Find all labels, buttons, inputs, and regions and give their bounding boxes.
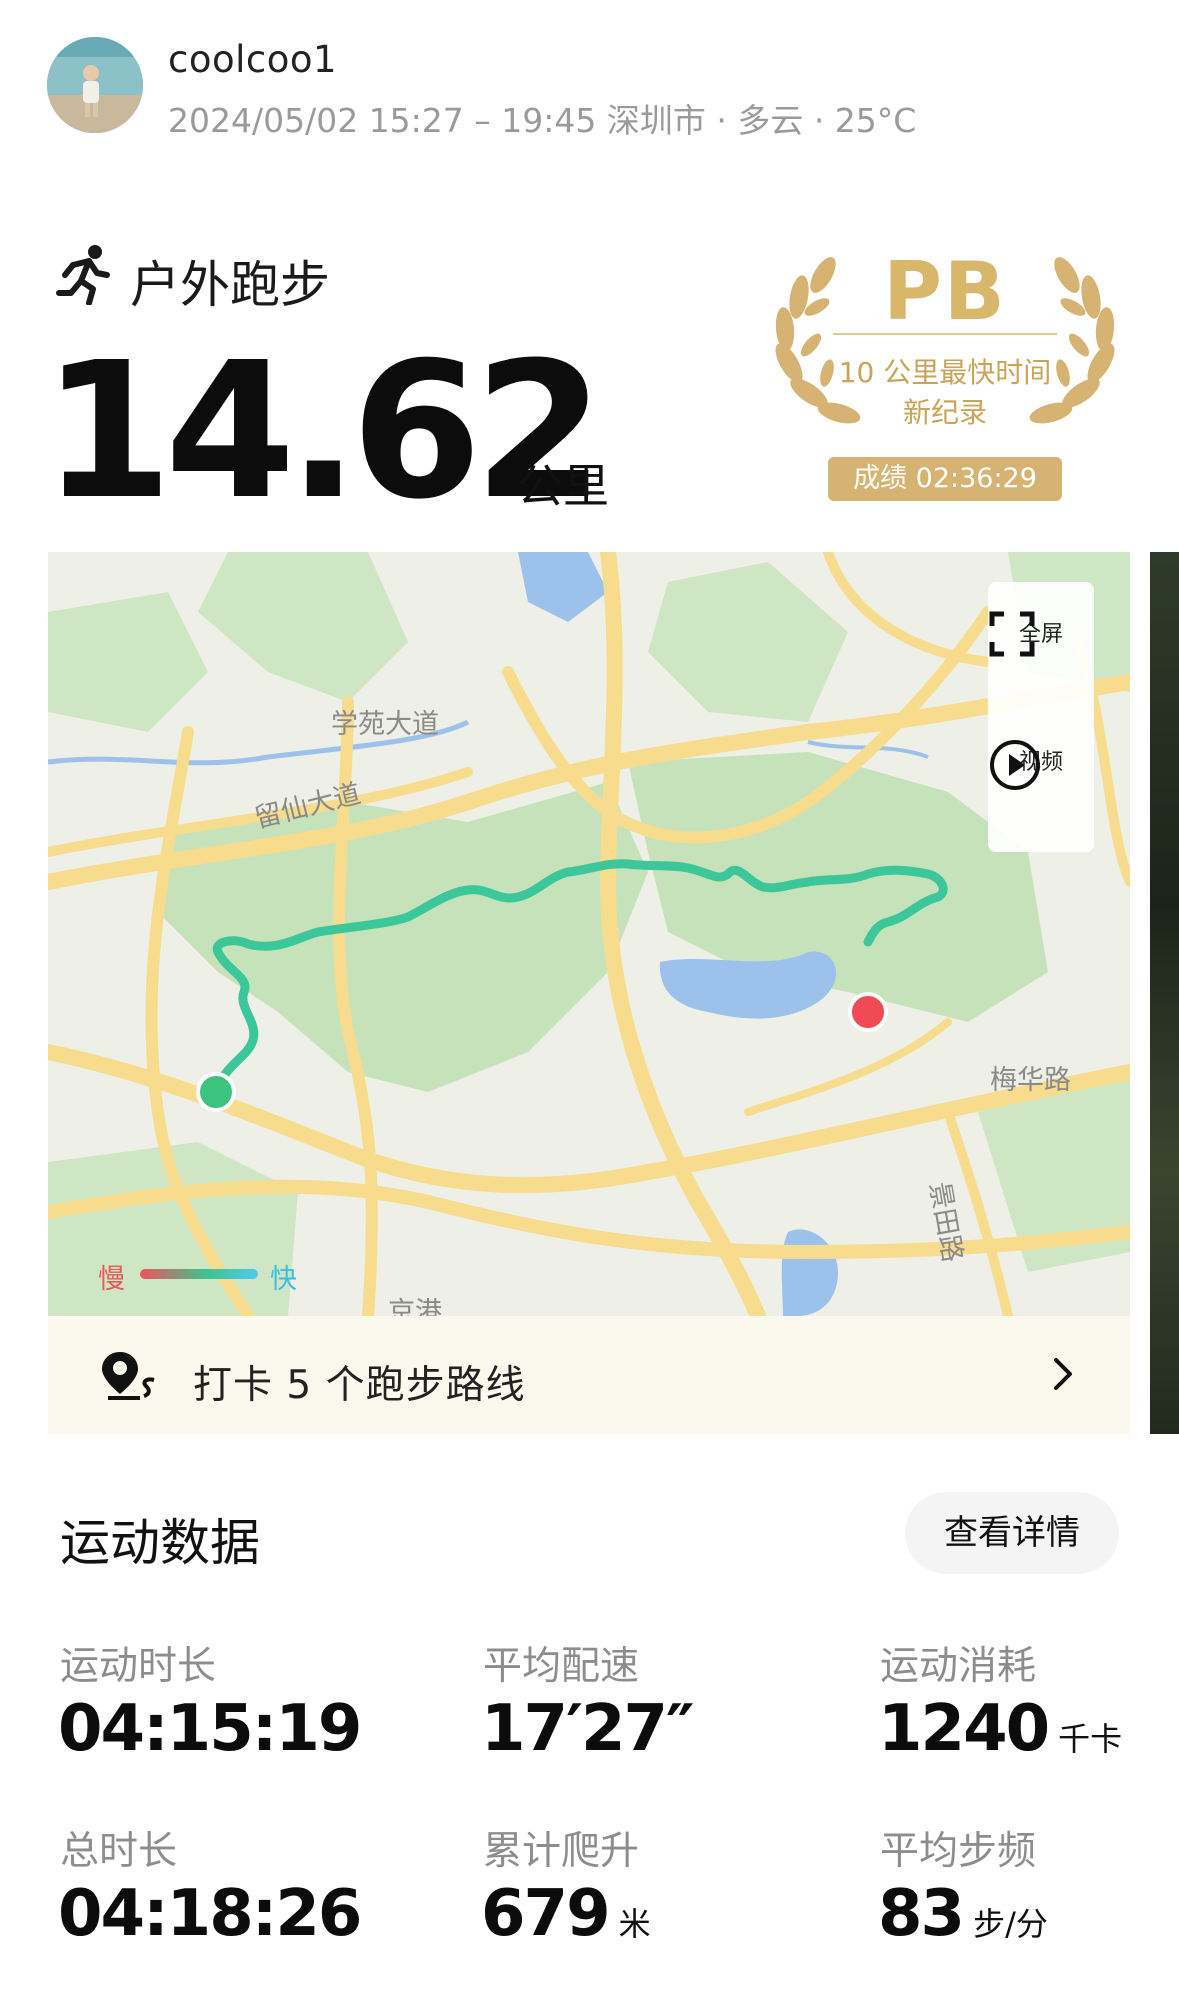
stat-value: 679 米 — [481, 1877, 651, 1951]
route-pin-icon — [102, 1352, 155, 1400]
route-end-marker — [848, 992, 888, 1032]
stat-unit: 千卡 — [1058, 1720, 1123, 1758]
stat-label: 累计爬升 — [483, 1829, 640, 1874]
fullscreen-button[interactable]: 全屏 — [988, 610, 1094, 657]
stat-unit: 步/分 — [973, 1905, 1048, 1943]
stat-label: 运动时长 — [60, 1644, 217, 1689]
activity-type: 户外跑步 — [130, 256, 330, 314]
pb-divider — [833, 333, 1057, 335]
legend-gradient-bar — [140, 1269, 258, 1279]
view-details-button[interactable]: 查看详情 — [905, 1492, 1119, 1574]
stat-value: 1240 千卡 — [878, 1692, 1123, 1766]
route-checkin-row[interactable]: 打卡 5 个跑步路线 — [48, 1316, 1130, 1434]
route-map[interactable]: 学苑大道 留仙大道 梅华路 景田路 京港 全屏 视频 慢 快 — [48, 552, 1130, 1316]
route-checkin-text: 打卡 5 个跑步路线 — [193, 1363, 526, 1408]
activity-meta: 2024/05/02 15:27 – 19:45 深圳市 · 多云 · 25°C — [168, 101, 917, 140]
map-label-road: 京港 — [388, 1297, 442, 1316]
legend-fast-label: 快 — [270, 1264, 297, 1295]
stat-unit: 米 — [618, 1905, 651, 1943]
pb-record-label: 新纪录 — [902, 396, 987, 429]
stat-label: 平均配速 — [483, 1644, 640, 1689]
distance-unit: 公里 — [517, 459, 609, 513]
running-icon — [56, 245, 110, 305]
map-canvas — [48, 552, 1130, 1316]
map-label-road: 学苑大道 — [331, 709, 439, 740]
pb-result: 成绩 02:36:29 — [828, 457, 1062, 501]
fullscreen-icon — [989, 611, 1035, 657]
stat-label: 平均步频 — [880, 1829, 1037, 1874]
video-button[interactable]: 视频 — [988, 738, 1094, 790]
stat-value: 04:15:19 — [58, 1692, 362, 1766]
chevron-right-icon — [1054, 1358, 1072, 1390]
pb-title: PB — [883, 245, 1007, 338]
map-label-road: 梅华路 — [990, 1065, 1071, 1096]
pb-badge[interactable]: PB 10 公里最快时间 新纪录 成绩 02:36:29 — [765, 245, 1125, 505]
route-start-marker — [196, 1072, 236, 1112]
avatar[interactable] — [47, 37, 143, 133]
stat-label: 总时长 — [60, 1829, 178, 1874]
stat-value: 17′27″ — [481, 1692, 695, 1766]
pb-subtitle: 10 公里最快时间 — [838, 356, 1052, 389]
map-controls: 全屏 视频 — [988, 582, 1094, 852]
section-title: 运动数据 — [60, 1514, 260, 1572]
username[interactable]: coolcoo1 — [168, 38, 337, 81]
next-card-preview[interactable] — [1150, 552, 1179, 1434]
distance-value: 14.62 — [42, 322, 605, 541]
play-icon — [990, 740, 1040, 790]
stat-label: 运动消耗 — [880, 1644, 1037, 1689]
stat-value: 83 步/分 — [878, 1877, 1048, 1951]
legend-slow-label: 慢 — [98, 1264, 125, 1295]
stat-value: 04:18:26 — [58, 1877, 362, 1951]
